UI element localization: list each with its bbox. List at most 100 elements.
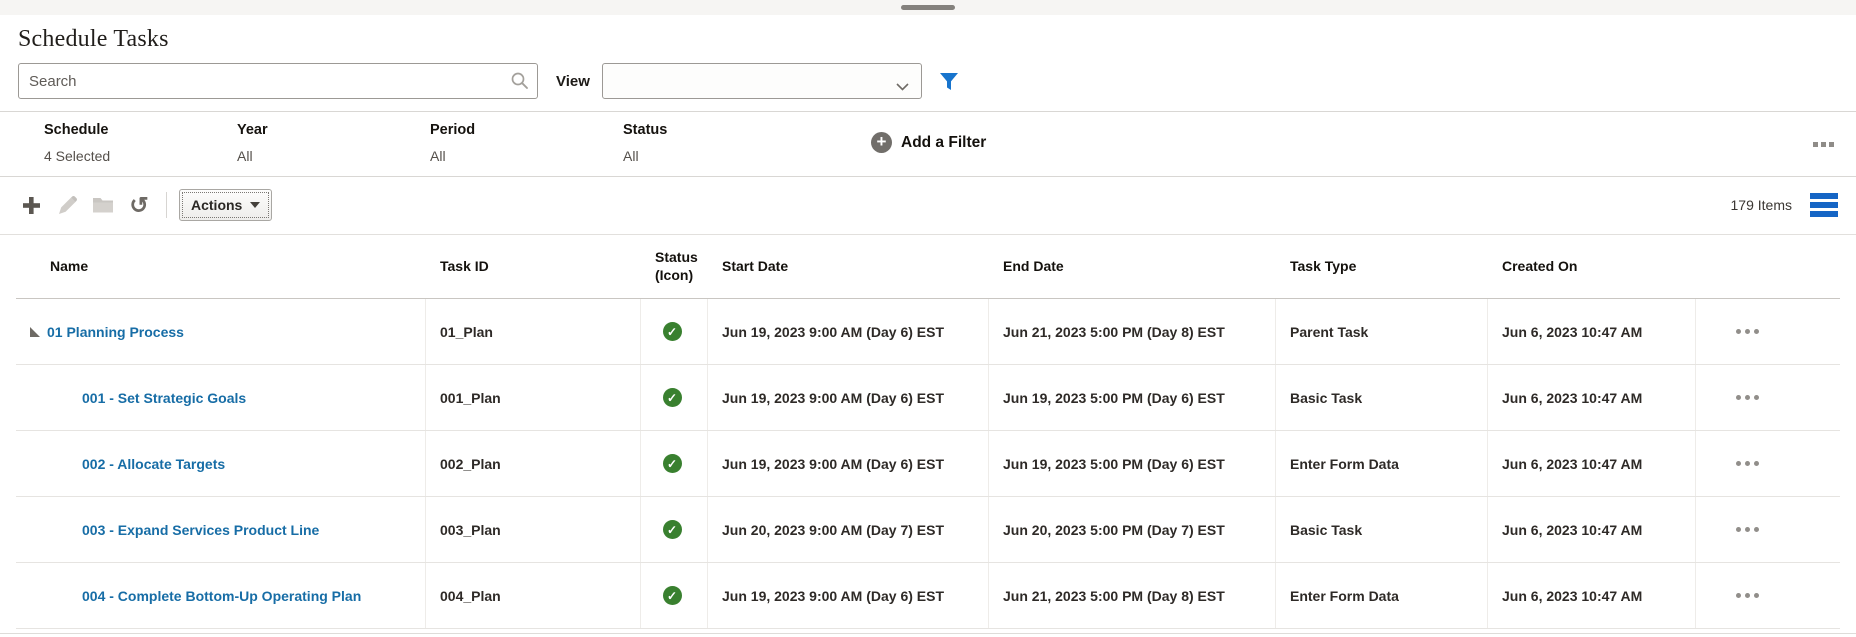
filter-year[interactable]: Year All xyxy=(237,122,430,164)
status-cell: ✓ xyxy=(641,563,708,628)
start-date-cell: Jun 19, 2023 9:00 AM (Day 6) EST xyxy=(708,563,989,628)
row-actions-cell xyxy=(1696,563,1840,628)
filter-value: 4 Selected xyxy=(44,148,111,164)
created-on-cell: Jun 6, 2023 10:47 AM xyxy=(1488,563,1696,628)
row-actions-cell xyxy=(1696,365,1840,430)
tasks-table: Name Task ID Status (Icon) Start Date En… xyxy=(0,234,1856,634)
items-count: 179 Items xyxy=(1730,197,1792,213)
add-filter-button[interactable]: + Add a Filter xyxy=(871,132,986,153)
view-menu-hamburger-icon[interactable] xyxy=(1810,193,1838,217)
start-date-cell: Jun 19, 2023 9:00 AM (Day 6) EST xyxy=(708,299,989,364)
task-name-link[interactable]: 003 - Expand Services Product Line xyxy=(82,522,319,538)
task-name-link[interactable]: 002 - Allocate Targets xyxy=(82,456,225,472)
filter-value: All xyxy=(237,148,253,164)
created-on-cell: Jun 6, 2023 10:47 AM xyxy=(1488,365,1696,430)
table-row[interactable]: 001 - Set Strategic Goals 001_Plan ✓ Jun 19… xyxy=(16,365,1840,431)
folder-icon xyxy=(90,196,116,215)
filter-schedule[interactable]: Schedule 4 Selected xyxy=(44,122,237,164)
column-header-end-date[interactable]: End Date xyxy=(989,235,1276,298)
task-type-cell: Basic Task xyxy=(1276,497,1488,562)
row-actions-ellipsis-button[interactable] xyxy=(1736,395,1759,400)
filter-label: Schedule xyxy=(44,122,109,138)
table-row[interactable]: 003 - Expand Services Product Line 003_Pl… xyxy=(16,497,1840,563)
filter-value: All xyxy=(430,148,446,164)
name-cell: 001 - Set Strategic Goals xyxy=(16,365,426,430)
filter-bar: Schedule 4 Selected Year All Period All … xyxy=(0,111,1856,176)
start-date-cell: Jun 20, 2023 9:00 AM (Day 7) EST xyxy=(708,497,989,562)
table-toolbar: ↺ Actions 179 Items xyxy=(0,176,1856,234)
collapse-triangle-icon[interactable] xyxy=(30,326,40,337)
status-success-check-icon: ✓ xyxy=(662,520,682,539)
row-actions-cell xyxy=(1696,431,1840,496)
search-input[interactable] xyxy=(18,63,538,99)
add-icon[interactable] xyxy=(18,195,44,215)
task-name-link[interactable]: 004 - Complete Bottom-Up Operating Plan xyxy=(82,588,361,604)
name-cell: 01 Planning Process xyxy=(16,299,426,364)
add-filter-label: Add a Filter xyxy=(901,133,987,151)
column-header-row-actions xyxy=(1696,235,1840,298)
actions-button-label: Actions xyxy=(191,197,243,213)
toolbar-separator xyxy=(166,192,167,218)
table-header-row: Name Task ID Status (Icon) Start Date En… xyxy=(16,235,1840,299)
filter-label: Status xyxy=(623,122,668,138)
task-name-link[interactable]: 01 Planning Process xyxy=(47,324,184,340)
status-cell: ✓ xyxy=(641,497,708,562)
end-date-cell: Jun 19, 2023 5:00 PM (Day 6) EST xyxy=(989,431,1276,496)
status-success-check-icon: ✓ xyxy=(662,586,682,605)
table-bottom-divider xyxy=(0,633,1856,634)
page-title: Schedule Tasks xyxy=(18,26,169,52)
status-cell: ✓ xyxy=(641,431,708,496)
task-id-cell: 004_Plan xyxy=(426,563,641,628)
plus-circle-icon: + xyxy=(871,132,892,153)
row-actions-ellipsis-button[interactable] xyxy=(1736,593,1759,598)
row-actions-ellipsis-button[interactable] xyxy=(1736,461,1759,466)
table-row[interactable]: 004 - Complete Bottom-Up Operating Plan 0… xyxy=(16,563,1840,629)
search-box xyxy=(18,63,538,99)
filter-label: Period xyxy=(430,122,476,138)
chevron-down-icon xyxy=(896,78,909,96)
view-label: View xyxy=(556,72,590,90)
column-header-start-date[interactable]: Start Date xyxy=(708,235,989,298)
column-header-task-id[interactable]: Task ID xyxy=(426,235,641,298)
task-type-cell: Enter Form Data xyxy=(1276,563,1488,628)
actions-button[interactable]: Actions xyxy=(179,189,273,221)
end-date-cell: Jun 19, 2023 5:00 PM (Day 6) EST xyxy=(989,365,1276,430)
column-header-status-icon[interactable]: Status (Icon) xyxy=(641,235,708,298)
status-success-check-icon: ✓ xyxy=(662,388,682,407)
table-body: 01 Planning Process 01_Plan ✓ Jun 19, 2023 … xyxy=(0,299,1856,629)
name-cell: 002 - Allocate Targets xyxy=(16,431,426,496)
row-actions-ellipsis-button[interactable] xyxy=(1736,329,1759,334)
filter-period[interactable]: Period All xyxy=(430,122,623,164)
column-header-created-on[interactable]: Created On xyxy=(1488,235,1696,298)
created-on-cell: Jun 6, 2023 10:47 AM xyxy=(1488,497,1696,562)
controls-row: View xyxy=(0,53,1856,107)
task-type-cell: Enter Form Data xyxy=(1276,431,1488,496)
view-select[interactable] xyxy=(601,63,922,99)
task-id-cell: 003_Plan xyxy=(426,497,641,562)
column-header-task-type[interactable]: Task Type xyxy=(1276,235,1488,298)
filter-funnel-icon[interactable] xyxy=(938,71,960,92)
created-on-cell: Jun 6, 2023 10:47 AM xyxy=(1488,299,1696,364)
task-type-cell: Basic Task xyxy=(1276,365,1488,430)
drag-handle[interactable] xyxy=(901,5,955,10)
table-row[interactable]: 002 - Allocate Targets 002_Plan ✓ Jun 19, 2… xyxy=(16,431,1840,497)
task-name-link[interactable]: 001 - Set Strategic Goals xyxy=(82,390,246,406)
column-header-name[interactable]: Name xyxy=(16,235,426,298)
row-actions-ellipsis-button[interactable] xyxy=(1736,527,1759,532)
task-id-cell: 01_Plan xyxy=(426,299,641,364)
status-cell: ✓ xyxy=(641,365,708,430)
row-actions-cell xyxy=(1696,497,1840,562)
status-success-check-icon: ✓ xyxy=(662,322,682,341)
filter-value: All xyxy=(623,148,639,164)
name-cell: 004 - Complete Bottom-Up Operating Plan xyxy=(16,563,426,628)
filter-overflow-menu-icon[interactable] xyxy=(1813,142,1834,147)
status-cell: ✓ xyxy=(641,299,708,364)
end-date-cell: Jun 20, 2023 5:00 PM (Day 7) EST xyxy=(989,497,1276,562)
end-date-cell: Jun 21, 2023 5:00 PM (Day 8) EST xyxy=(989,299,1276,364)
task-id-cell: 002_Plan xyxy=(426,431,641,496)
filter-status[interactable]: Status All xyxy=(623,122,816,164)
refresh-icon[interactable]: ↺ xyxy=(126,194,152,217)
table-row[interactable]: 01 Planning Process 01_Plan ✓ Jun 19, 2023 … xyxy=(16,299,1840,365)
search-icon[interactable] xyxy=(510,71,530,96)
filter-label: Year xyxy=(237,122,268,138)
